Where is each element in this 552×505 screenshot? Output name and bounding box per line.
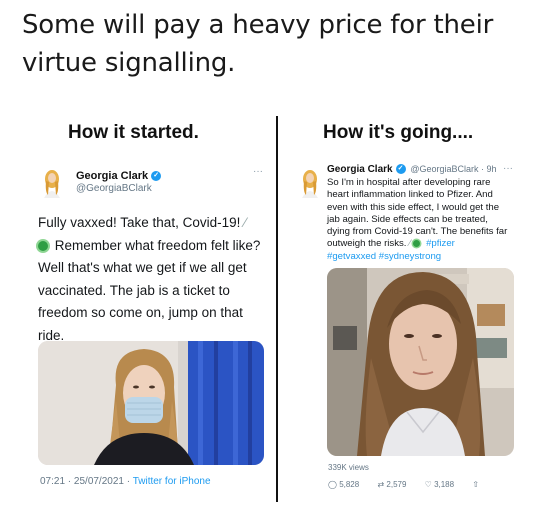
meme-caption: Some will pay a heavy price for their vi… bbox=[22, 6, 532, 82]
avatar[interactable] bbox=[40, 168, 64, 198]
syringe-icon: ⁄ bbox=[409, 238, 411, 250]
caption-line-2: virtue signalling. bbox=[22, 48, 236, 78]
hashtags-more[interactable]: #getvaxxed #sydneystrong bbox=[327, 251, 441, 262]
virus-icon bbox=[38, 240, 48, 251]
retweet-button[interactable]: ⇄ 2,579 bbox=[377, 480, 406, 489]
left-column-title: How it started. bbox=[68, 122, 199, 143]
tweet-photo[interactable] bbox=[327, 268, 514, 456]
comment-button[interactable]: ◯ 5,828 bbox=[328, 480, 359, 489]
verified-badge-icon: ✓ bbox=[395, 164, 406, 175]
author-handle: @GeorgiaBClark · 9h bbox=[410, 164, 497, 174]
author-handle[interactable]: @GeorgiaBClark bbox=[76, 183, 152, 194]
view-count: 339K views bbox=[328, 463, 369, 472]
right-column-title: How it's going.... bbox=[323, 122, 474, 143]
retweet-icon: ⇄ bbox=[377, 480, 385, 489]
tweet-photo[interactable] bbox=[38, 341, 264, 465]
like-button[interactable]: ♡ 3,188 bbox=[425, 480, 454, 489]
comment-icon: ◯ bbox=[328, 480, 337, 489]
column-divider bbox=[276, 116, 278, 502]
more-dots-icon[interactable]: ··· bbox=[503, 163, 513, 174]
tweet-text-line3: Well that's what we get if we all get va… bbox=[38, 260, 247, 343]
more-dots-icon[interactable]: ··· bbox=[253, 166, 263, 177]
tweet-text-main: So I'm in hospital after developing rare… bbox=[327, 177, 508, 250]
tweet-actions: ◯ 5,828 ⇄ 2,579 ♡ 3,188 ⇧ bbox=[328, 480, 495, 489]
tweet-source-link[interactable]: Twitter for iPhone bbox=[133, 476, 211, 487]
hashtag-pfizer[interactable]: #pfizer bbox=[426, 238, 455, 249]
author-name-text: Georgia Clark bbox=[76, 170, 149, 182]
avatar[interactable] bbox=[298, 168, 322, 198]
caption-line-1: Some will pay a heavy price for their bbox=[22, 10, 494, 40]
syringe-icon: ⁄ bbox=[244, 215, 247, 230]
retweet-count: 2,579 bbox=[386, 480, 407, 489]
author-line[interactable]: Georgia Clark ✓ @GeorgiaBClark · 9h bbox=[327, 164, 497, 175]
like-icon: ♡ bbox=[424, 480, 432, 489]
tweet-footer: 07:21 · 25/07/2021 · Twitter for iPhone bbox=[40, 476, 211, 487]
comment-count: 5,828 bbox=[339, 480, 360, 489]
author-name[interactable]: Georgia Clark ✓ bbox=[76, 170, 162, 182]
tweet-text-line1: Fully vaxxed! Take that, Covid-19! bbox=[38, 215, 241, 230]
author-name-text: Georgia Clark bbox=[327, 164, 393, 175]
tweet-text-line2: Remember what freedom felt like? bbox=[54, 237, 261, 253]
share-icon: ⇧ bbox=[472, 480, 480, 489]
tweet-text: So I'm in hospital after developing rare… bbox=[327, 177, 512, 263]
like-count: 3,188 bbox=[434, 480, 455, 489]
share-button[interactable]: ⇧ bbox=[472, 480, 479, 489]
virus-icon bbox=[413, 240, 421, 248]
tweet-timestamp[interactable]: 07:21 · 25/07/2021 · bbox=[40, 476, 130, 487]
tweet-text: Fully vaxxed! Take that, Covid-19! ⁄ Rem… bbox=[38, 212, 266, 347]
verified-badge-icon: ✓ bbox=[151, 171, 162, 182]
